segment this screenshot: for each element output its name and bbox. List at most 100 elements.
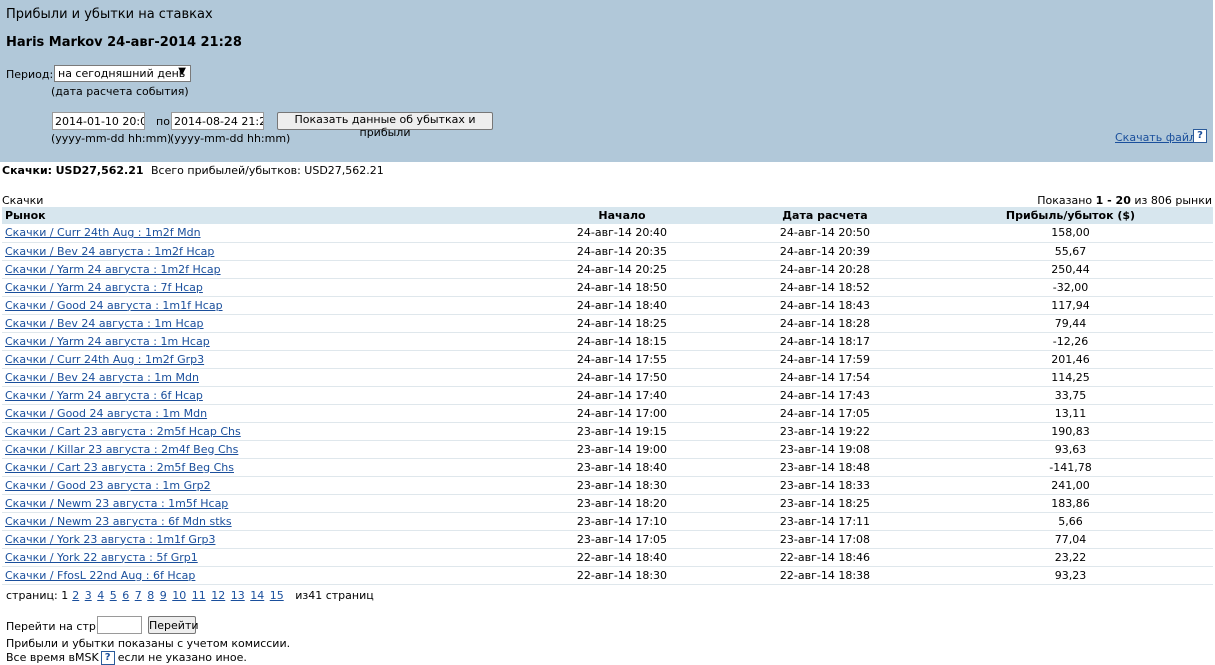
table-row: Скачки / Yarm 24 августа : 1m Hcap 24-авг…	[2, 332, 1213, 351]
column-header-settled: Дата расчета	[722, 207, 928, 224]
start-cell: 24-авг-14 17:00	[522, 404, 722, 423]
market-cell: Скачки / Newm 23 августа : 6f Mdn stks	[2, 512, 522, 531]
commission-note: Прибыли и убытки показаны с учетом комис…	[6, 637, 291, 650]
total-pl-value: USD27,562.21	[304, 164, 384, 177]
market-link[interactable]: Скачки / Yarm 24 августа : 1m Hcap	[5, 335, 210, 348]
page-link[interactable]: 5	[110, 589, 117, 602]
market-cell: Скачки / Bev 24 августа : 1m Hcap	[2, 314, 522, 333]
market-link[interactable]: Скачки / Cart 23 августа : 2m5f Beg Chs	[5, 461, 234, 474]
pl-cell: 241,00	[928, 476, 1213, 495]
timezone-note-after: если не указано иное.	[117, 651, 247, 664]
current-page: 1	[61, 589, 69, 602]
calc-date-note: (дата расчета события)	[51, 85, 189, 98]
table-row: Скачки / Curr 24th Aug : 1m2f Mdn 24-авг-…	[2, 224, 1213, 243]
start-cell: 24-авг-14 20:40	[522, 224, 722, 243]
summary-amount: USD27,562.21	[55, 164, 144, 177]
pl-cell: 77,04	[928, 530, 1213, 549]
market-link[interactable]: Скачки / Bev 24 августа : 1m Mdn	[5, 371, 199, 384]
table-row: Скачки / Newm 23 августа : 6f Mdn stks 23…	[2, 512, 1213, 531]
settled-cell: 24-авг-14 20:28	[722, 260, 928, 279]
pagination-total: из41 страниц	[295, 589, 374, 602]
period-select[interactable]: на сегодняшний день ▼	[54, 65, 191, 82]
market-link[interactable]: Скачки / Killar 23 августа : 2m4f Beg Ch…	[5, 443, 238, 456]
market-cell: Скачки / Good 24 августа : 1m1f Hcap	[2, 296, 522, 315]
start-cell: 24-авг-14 18:25	[522, 314, 722, 333]
page-link[interactable]: 15	[270, 589, 284, 602]
help-icon[interactable]: ?	[100, 651, 115, 665]
settled-cell: 23-авг-14 19:22	[722, 422, 928, 441]
page-link[interactable]: 6	[122, 589, 129, 602]
pl-cell: -141,78	[928, 458, 1213, 477]
market-cell: Скачки / Curr 24th Aug : 1m2f Mdn	[2, 224, 522, 243]
column-header-pl: Прибыль/убыток ($)	[928, 207, 1213, 224]
pl-cell: 79,44	[928, 314, 1213, 333]
page-link[interactable]: 9	[160, 589, 167, 602]
results-count-range: 1 - 20	[1095, 194, 1131, 207]
market-link[interactable]: Скачки / Curr 24th Aug : 1m2f Mdn	[5, 226, 201, 239]
market-link[interactable]: Скачки / Good 24 августа : 1m1f Hcap	[5, 299, 223, 312]
table-header-row: Рынок Начало Дата расчета Прибыль/убыток…	[2, 207, 1213, 224]
market-cell: Скачки / Killar 23 августа : 2m4f Beg Ch…	[2, 440, 522, 459]
page-link[interactable]: 12	[211, 589, 225, 602]
show-pl-button[interactable]: Показать данные об убытках и прибыли	[277, 112, 493, 139]
page-link[interactable]: 3	[85, 589, 92, 602]
goto-page-button[interactable]: Перейти	[148, 616, 199, 634]
pl-cell: 55,67	[928, 242, 1213, 261]
market-link[interactable]: Скачки / FfosL 22nd Aug : 6f Hcap	[5, 569, 195, 582]
date-to-input[interactable]	[171, 112, 264, 130]
page-link[interactable]: 8	[147, 589, 154, 602]
column-header-market: Рынок	[2, 207, 522, 224]
market-link[interactable]: Скачки / York 23 августа : 1m1f Grp3	[5, 533, 215, 546]
table-row: Скачки / Good 24 августа : 1m1f Hcap 24-а…	[2, 296, 1213, 315]
pl-cell: 114,25	[928, 368, 1213, 387]
table-row: Скачки / Yarm 24 августа : 6f Hcap 24-авг…	[2, 386, 1213, 405]
start-cell: 22-авг-14 18:30	[522, 566, 722, 585]
start-cell: 23-авг-14 18:30	[522, 476, 722, 495]
settled-cell: 24-авг-14 18:43	[722, 296, 928, 315]
market-link[interactable]: Скачки / Bev 24 августа : 1m2f Hcap	[5, 245, 214, 258]
pl-cell: 5,66	[928, 512, 1213, 531]
market-link[interactable]: Скачки / York 22 августа : 5f Grp1	[5, 551, 198, 564]
start-cell: 23-авг-14 17:10	[522, 512, 722, 531]
table-row: Скачки / Good 24 августа : 1m Mdn 24-авг-…	[2, 404, 1213, 423]
page-link[interactable]: 11	[192, 589, 206, 602]
total-pl-label: Всего прибылей/убытков:	[151, 164, 301, 177]
table-row: Скачки / Yarm 24 августа : 7f Hcap 24-авг…	[2, 278, 1213, 297]
report-header: Прибыли и убытки на ставках Haris Markov…	[0, 0, 1213, 162]
market-link[interactable]: Скачки / Cart 23 августа : 2m5f Hcap Chs	[5, 425, 241, 438]
market-link[interactable]: Скачки / Bev 24 августа : 1m Hcap	[5, 317, 204, 330]
page-link[interactable]: 7	[135, 589, 142, 602]
pl-cell: 93,63	[928, 440, 1213, 459]
date-format-hint-to: (yyyy-mm-dd hh:mm)	[170, 132, 291, 145]
settled-cell: 24-авг-14 17:43	[722, 386, 928, 405]
summary-label: Скачки:	[2, 164, 53, 177]
help-icon[interactable]: ?	[1193, 129, 1207, 143]
market-link[interactable]: Скачки / Good 23 августа : 1m Grp2	[5, 479, 211, 492]
page-link[interactable]: 14	[250, 589, 264, 602]
start-cell: 23-авг-14 19:00	[522, 440, 722, 459]
start-cell: 23-авг-14 18:40	[522, 458, 722, 477]
page-link[interactable]: 4	[97, 589, 104, 602]
market-link[interactable]: Скачки / Newm 23 августа : 6f Mdn stks	[5, 515, 232, 528]
market-link[interactable]: Скачки / Yarm 24 августа : 7f Hcap	[5, 281, 203, 294]
page-link[interactable]: 13	[231, 589, 245, 602]
download-file-link[interactable]: Скачать файл	[1115, 131, 1196, 144]
pl-cell: 93,23	[928, 566, 1213, 585]
page-link[interactable]: 2	[72, 589, 79, 602]
date-from-input[interactable]	[52, 112, 145, 130]
start-cell: 24-авг-14 17:50	[522, 368, 722, 387]
pagination: страниц: 12 3 4 5 6 7 8 9 10 11 12 13 14…	[6, 589, 374, 602]
table-row: Скачки / Yarm 24 августа : 1m2f Hcap 24-а…	[2, 260, 1213, 279]
pl-cell: 201,46	[928, 350, 1213, 369]
market-link[interactable]: Скачки / Curr 24th Aug : 1m2f Grp3	[5, 353, 204, 366]
page-link[interactable]: 10	[172, 589, 186, 602]
market-link[interactable]: Скачки / Yarm 24 августа : 1m2f Hcap	[5, 263, 221, 276]
table-row: Скачки / Curr 24th Aug : 1m2f Grp3 24-авг…	[2, 350, 1213, 369]
market-link[interactable]: Скачки / Good 24 августа : 1m Mdn	[5, 407, 207, 420]
start-cell: 24-авг-14 20:25	[522, 260, 722, 279]
goto-page-input[interactable]	[97, 616, 142, 634]
market-link[interactable]: Скачки / Newm 23 августа : 1m5f Hcap	[5, 497, 228, 510]
market-link[interactable]: Скачки / Yarm 24 августа : 6f Hcap	[5, 389, 203, 402]
table-row: Скачки / Bev 24 августа : 1m2f Hcap 24-ав…	[2, 242, 1213, 261]
timezone-note-before: Все время вMSK	[6, 651, 99, 664]
